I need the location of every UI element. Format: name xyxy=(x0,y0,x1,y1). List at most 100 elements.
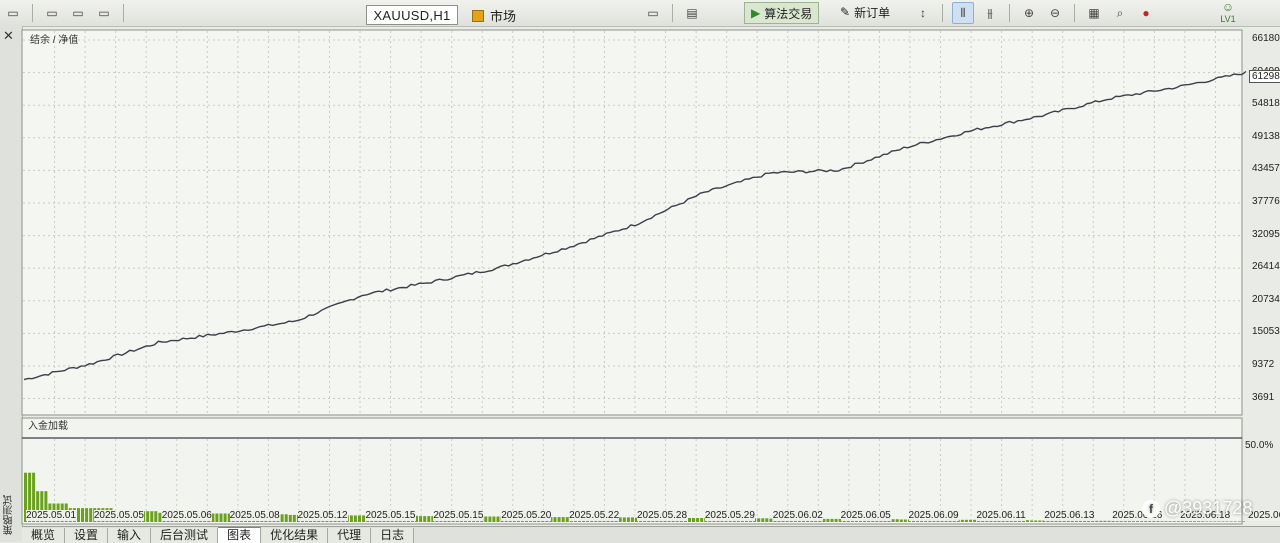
deposit-bar xyxy=(146,511,150,522)
x-tick-label: 2025.06.20 xyxy=(1248,510,1280,521)
deposit-bar xyxy=(1184,521,1188,522)
deposit-bar xyxy=(1030,520,1034,522)
deposit-bar xyxy=(1144,521,1148,522)
deposit-bar xyxy=(895,519,899,522)
deposit-bar xyxy=(561,517,565,522)
deposit-bar xyxy=(553,517,557,522)
x-tick-label: 2025.05.12 xyxy=(297,510,348,521)
deposit-bar xyxy=(492,516,496,522)
deposit-bar xyxy=(765,518,769,522)
deposit-bar xyxy=(1038,520,1042,522)
deposit-bar xyxy=(1107,520,1111,522)
deposit-bar xyxy=(1229,521,1233,522)
deposit-bar xyxy=(496,516,500,522)
y-tick-label: 32095 xyxy=(1252,228,1280,240)
y-tick-label: 3691 xyxy=(1252,391,1275,403)
tester-chart xyxy=(21,29,1247,525)
current-value-label: 61298 xyxy=(1249,70,1280,83)
deposit-bar xyxy=(215,513,219,522)
deposit-bar xyxy=(626,517,630,522)
deposit-bar xyxy=(353,515,357,522)
deposit-bar xyxy=(1131,521,1135,522)
deposit-bar xyxy=(757,518,761,522)
deposit-bar xyxy=(1026,520,1029,522)
deposit-bar xyxy=(834,518,838,522)
deposit-bar xyxy=(1189,521,1192,522)
deposit-bar xyxy=(899,519,903,522)
deposit-bar xyxy=(223,513,227,522)
deposit-bar xyxy=(692,518,695,522)
balance-pane-title: 结余 / 净值 xyxy=(30,35,79,46)
x-tick-label: 2025.05.01 xyxy=(26,510,77,521)
y-tick-label: 9372 xyxy=(1252,358,1275,370)
x-tick-label: 2025.05.29 xyxy=(704,510,755,521)
x-tick-label: 2025.06.05 xyxy=(840,510,891,521)
deposit-bar xyxy=(1197,521,1201,522)
x-tick-label: 2025.05.20 xyxy=(501,510,552,521)
deposit-bar xyxy=(150,511,154,522)
tab-6[interactable]: 代理 xyxy=(328,528,372,543)
x-tick-label: 2025.05.28 xyxy=(637,510,688,521)
deposit-bar xyxy=(1213,521,1217,522)
deposit-bar xyxy=(1095,520,1099,522)
deposit-bar xyxy=(557,517,561,522)
deposit-bar xyxy=(761,518,765,522)
deposit-bar xyxy=(288,514,292,522)
deposit-bar xyxy=(1237,521,1241,522)
deposit-bar xyxy=(1119,521,1123,522)
deposit-bar xyxy=(81,508,84,522)
tab-5[interactable]: 优化结果 xyxy=(261,528,329,543)
deposit-bar xyxy=(1168,521,1172,522)
deposit-bar xyxy=(1160,521,1164,522)
deposit-bar xyxy=(1103,520,1107,522)
deposit-bar xyxy=(219,513,223,522)
deposit-bar xyxy=(154,511,158,522)
deposit-bar xyxy=(1136,521,1139,522)
deposit-bar xyxy=(1209,521,1213,522)
deposit-bar xyxy=(1193,521,1196,522)
deposit-bar xyxy=(1217,521,1221,522)
deposit-bar xyxy=(1180,521,1184,522)
watermark-text: @3931728 xyxy=(1164,498,1253,518)
deposit-bar xyxy=(1172,521,1176,522)
deposit-bar xyxy=(1156,521,1160,522)
deposit-bar xyxy=(1221,521,1225,522)
deposit-bar xyxy=(1152,521,1156,522)
y-tick-label: 49138 xyxy=(1252,130,1280,142)
watermark-icon: f xyxy=(1142,499,1160,518)
deposit-bar xyxy=(1148,521,1152,522)
x-tick-label: 2025.06.02 xyxy=(772,510,823,521)
deposit-bar xyxy=(427,516,431,522)
deposit-bar xyxy=(630,517,634,522)
deposit-bar xyxy=(969,519,972,522)
deposit-bar xyxy=(85,508,89,522)
x-tick-label: 2025.05.06 xyxy=(161,510,212,521)
deposit-bar xyxy=(292,514,296,522)
deposit-y-tick-label: 50.0% xyxy=(1245,440,1274,451)
deposit-bar xyxy=(1099,520,1103,522)
tab-2[interactable]: 输入 xyxy=(108,528,152,543)
tab-1[interactable]: 设置 xyxy=(65,528,109,543)
deposit-bar xyxy=(349,515,353,522)
deposit-bar xyxy=(700,518,704,522)
x-tick-label: 2025.05.15 xyxy=(433,510,484,521)
deposit-bar xyxy=(1127,521,1131,522)
deposit-pane-title: 入金加载 xyxy=(28,421,68,432)
deposit-bar xyxy=(1225,521,1229,522)
deposit-bar xyxy=(280,514,284,522)
tab-0[interactable]: 概览 xyxy=(22,528,66,543)
balance-pane-bg xyxy=(21,29,1243,416)
tab-3[interactable]: 后台测试 xyxy=(151,528,219,543)
deposit-bar xyxy=(696,518,700,522)
deposit-bar xyxy=(903,519,907,522)
tab-7[interactable]: 日志 xyxy=(371,528,415,543)
x-tick-label: 2025.06.11 xyxy=(976,510,1026,521)
tab-4[interactable]: 图表 xyxy=(218,527,262,543)
y-tick-label: 26414 xyxy=(1252,261,1280,273)
y-tick-label: 54818 xyxy=(1252,98,1280,110)
deposit-bar xyxy=(891,519,895,522)
deposit-bar xyxy=(1176,521,1180,522)
deposit-bar xyxy=(1115,521,1119,522)
deposit-bar xyxy=(89,508,93,522)
y-tick-label: 20734 xyxy=(1252,293,1280,305)
